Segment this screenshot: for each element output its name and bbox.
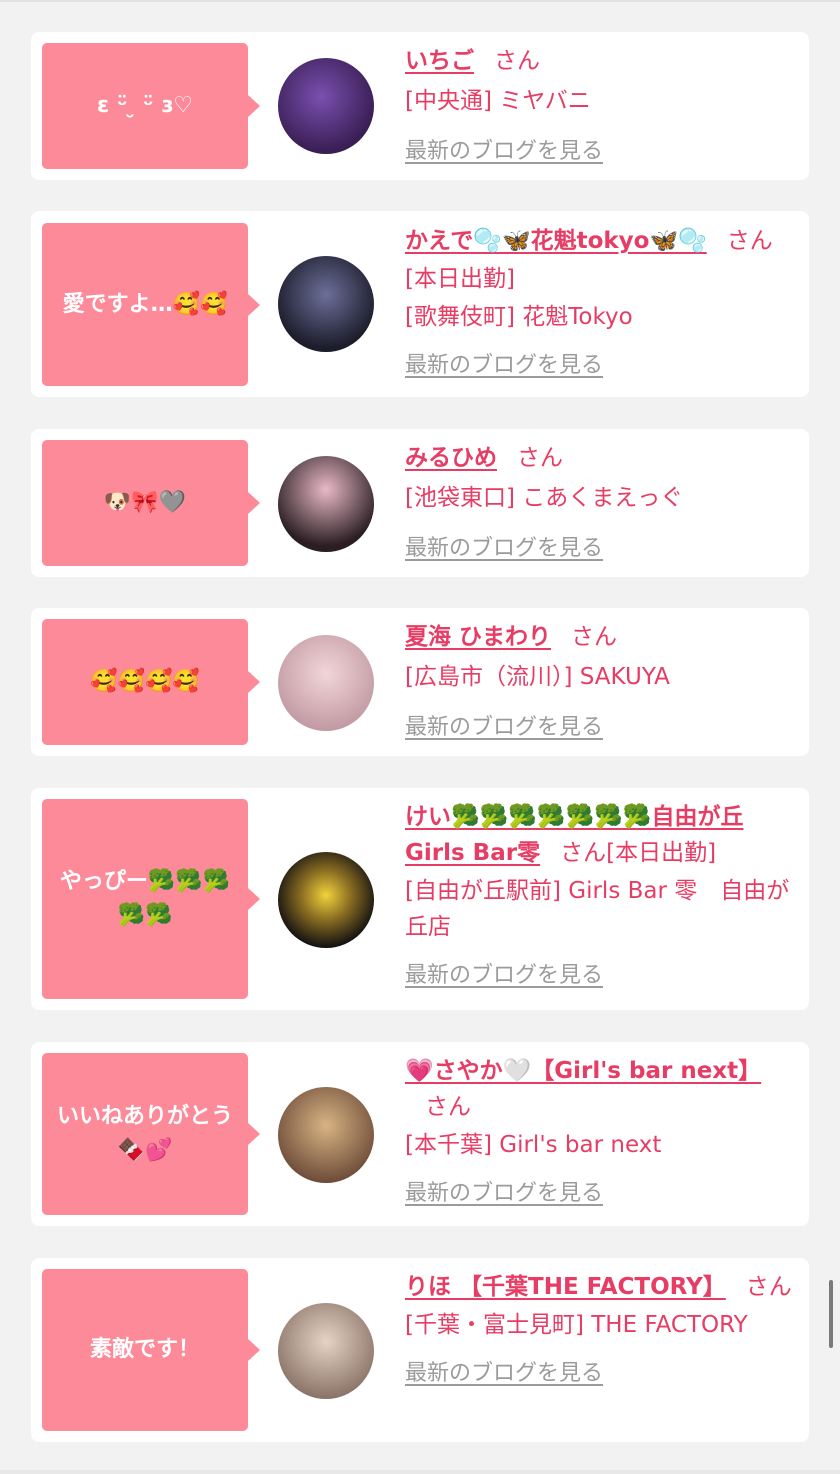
blog-card: 🥰🥰🥰🥰 夏海 ひまわり さん [広島市（流川）] SAKUYA 最新のブログを見… <box>31 608 809 756</box>
card-info: いちご さん [中央通] ミヤバニ 最新のブログを見る <box>405 43 795 170</box>
card-info: みるひめ さん [池袋東口] こあくまえっぐ 最新のブログを見る <box>405 440 795 567</box>
honorific: さん <box>745 1274 792 1300</box>
shop-info: [千葉・富士見町] THE FACTORY <box>405 1312 748 1338</box>
latest-blog-link[interactable]: 最新のブログを見る <box>405 963 603 988</box>
comment-bubble: 🥰🥰🥰🥰 <box>42 619 260 745</box>
girl-name-link[interactable]: りほ 【千葉THE FACTORY】 <box>405 1274 726 1300</box>
comment-bubble: ɛ ᵕ̈ ̮ ᵕ̈ ɜ♡ <box>42 43 260 169</box>
comment-bubble: 素敵です！ <box>42 1269 260 1431</box>
honorific: さん <box>425 1094 471 1120</box>
card-info: けい🥦🥦🥦🥦🥦🥦🥦自由が丘Girls Bar零 さん[本日出勤] [自由が丘駅前]… <box>405 799 795 994</box>
avatar[interactable] <box>278 852 374 948</box>
comment-bubble: いいねありがとう🍫💕 <box>42 1053 260 1215</box>
blog-card: 愛ですよ…🥰🥰 かえで🫧🦋花魁tokyo🦋🫧 さん [本日出勤] [歌舞伎町] 花… <box>31 211 809 397</box>
card-info: かえで🫧🦋花魁tokyo🦋🫧 さん [本日出勤] [歌舞伎町] 花魁Tokyo 最… <box>405 223 795 384</box>
girl-name-link[interactable]: 夏海 ひまわり <box>405 624 551 650</box>
honorific: さん <box>726 228 773 254</box>
card-info: 夏海 ひまわり さん [広島市（流川）] SAKUYA 最新のブログを見る <box>405 619 795 746</box>
honorific: さん <box>517 445 563 471</box>
scrollbar-thumb[interactable] <box>829 1280 833 1348</box>
card-info: りほ 【千葉THE FACTORY】 さん [千葉・富士見町] THE FACTO… <box>405 1269 795 1392</box>
bottom-divider <box>0 1470 840 1474</box>
avatar[interactable] <box>278 256 374 352</box>
top-divider <box>0 0 840 2</box>
girl-name-link[interactable]: いちご <box>405 48 474 74</box>
avatar[interactable] <box>278 1087 374 1183</box>
honorific: さん <box>571 624 618 650</box>
shop-info: [歌舞伎町] 花魁Tokyo <box>405 304 633 330</box>
shop-info: [本千葉] Girl's bar next <box>405 1132 662 1158</box>
work-status: [本日出勤] <box>606 840 717 866</box>
latest-blog-link[interactable]: 最新のブログを見る <box>405 139 603 164</box>
avatar[interactable] <box>278 456 374 552</box>
card-info: 💗さやか🤍【Girl's bar next】さん [本千葉] Girl's ba… <box>405 1053 795 1212</box>
honorific: さん <box>560 840 607 866</box>
shop-info: [自由が丘駅前] Girls Bar 零 自由が丘店 <box>405 878 790 940</box>
shop-info: [池袋東口] こあくまえっぐ <box>405 485 684 511</box>
comment-bubble: やっぴー🥦🥦🥦🥦🥦 <box>42 799 260 999</box>
latest-blog-link[interactable]: 最新のブログを見る <box>405 353 603 378</box>
avatar[interactable] <box>278 635 374 731</box>
blog-card: やっぴー🥦🥦🥦🥦🥦 けい🥦🥦🥦🥦🥦🥦🥦自由が丘Girls Bar零 さん[本日出勤… <box>31 788 809 1010</box>
comment-bubble: 🐶🎀🩶 <box>42 440 260 566</box>
latest-blog-link[interactable]: 最新のブログを見る <box>405 536 603 561</box>
work-status: [本日出勤] <box>405 266 515 292</box>
blog-card: 🐶🎀🩶 みるひめ さん [池袋東口] こあくまえっぐ 最新のブログを見る <box>31 429 809 577</box>
blog-card: 素敵です！ りほ 【千葉THE FACTORY】 さん [千葉・富士見町] THE… <box>31 1258 809 1442</box>
honorific: さん <box>494 48 540 74</box>
girl-name-link[interactable]: みるひめ <box>405 445 497 471</box>
avatar[interactable] <box>278 1303 374 1399</box>
latest-blog-link[interactable]: 最新のブログを見る <box>405 1181 603 1206</box>
avatar[interactable] <box>278 58 374 154</box>
comment-bubble: 愛ですよ…🥰🥰 <box>42 223 260 386</box>
blog-card: いいねありがとう🍫💕 💗さやか🤍【Girl's bar next】さん [本千葉… <box>31 1042 809 1226</box>
shop-info: [広島市（流川）] SAKUYA <box>405 664 670 690</box>
blog-card: ɛ ᵕ̈ ̮ ᵕ̈ ɜ♡ いちご さん [中央通] ミヤバニ 最新のブログを見る <box>31 32 809 180</box>
girl-name-link[interactable]: 💗さやか🤍【Girl's bar next】 <box>405 1058 761 1084</box>
latest-blog-link[interactable]: 最新のブログを見る <box>405 715 603 740</box>
latest-blog-link[interactable]: 最新のブログを見る <box>405 1361 603 1386</box>
shop-info: [中央通] ミヤバニ <box>405 88 591 114</box>
girl-name-link[interactable]: かえで🫧🦋花魁tokyo🦋🫧 <box>405 228 707 254</box>
